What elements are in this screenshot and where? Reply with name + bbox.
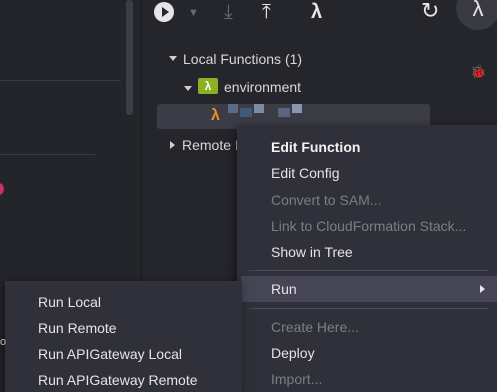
menu-separator	[249, 308, 489, 309]
upload-icon[interactable]: ⤒	[262, 1, 271, 23]
blurred-name	[228, 104, 238, 113]
menu-item-show-in-tree[interactable]: Show in Tree	[271, 244, 353, 260]
download-icon[interactable]: ⤓	[224, 1, 233, 23]
blurred-name	[278, 108, 290, 117]
menu-item-run[interactable]: Run	[271, 281, 297, 297]
sam-icon[interactable]: λ	[311, 1, 322, 23]
submenu-item-run-local[interactable]: Run Local	[38, 294, 101, 310]
expand-icon[interactable]	[184, 86, 192, 91]
left-peek-text: o	[0, 336, 7, 348]
expand-icon[interactable]	[169, 56, 177, 61]
menu-item-edit-function[interactable]: Edit Function	[271, 139, 360, 155]
blurred-name	[240, 108, 252, 117]
collapse-icon[interactable]	[170, 141, 175, 149]
play-icon[interactable]	[154, 2, 174, 22]
submenu-item-run-apigateway-remote[interactable]: Run APIGateway Remote	[38, 372, 198, 388]
menu-item-import[interactable]: Import...	[271, 371, 322, 387]
menu-item-deploy[interactable]: Deploy	[271, 345, 315, 361]
lambda-function-icon: λ	[211, 107, 220, 124]
refresh-icon[interactable]: ↻	[421, 0, 439, 22]
dropdown-icon[interactable]: ▼	[188, 2, 199, 24]
menu-item-link-cloudformation[interactable]: Link to CloudFormation Stack...	[271, 218, 466, 234]
menu-item-convert-to-sam[interactable]: Convert to SAM...	[271, 192, 381, 208]
submenu-item-run-remote[interactable]: Run Remote	[38, 320, 117, 336]
submenu-item-run-apigateway-local[interactable]: Run APIGateway Local	[38, 346, 182, 362]
lambda-folder-icon: λ	[198, 78, 218, 94]
folder-lambda-glyph: λ	[204, 79, 212, 93]
menu-separator	[249, 270, 489, 271]
tree-item-environment[interactable]: environment	[224, 79, 301, 95]
menu-item-edit-config[interactable]: Edit Config	[271, 165, 339, 181]
divider	[0, 154, 95, 155]
left-scrollbar[interactable]	[126, 0, 133, 115]
menu-item-create-here[interactable]: Create Here...	[271, 319, 359, 335]
tree-item-remote-functions[interactable]: Remote I	[182, 137, 239, 153]
blurred-name	[292, 104, 302, 113]
bug-icon[interactable]: 🐞	[470, 64, 486, 80]
tree-item-local-functions[interactable]: Local Functions (1)	[183, 51, 302, 67]
submenu-arrow-icon	[480, 285, 485, 293]
blurred-name	[254, 104, 264, 113]
divider	[0, 80, 121, 81]
lambda-glyph: λ	[472, 0, 484, 21]
